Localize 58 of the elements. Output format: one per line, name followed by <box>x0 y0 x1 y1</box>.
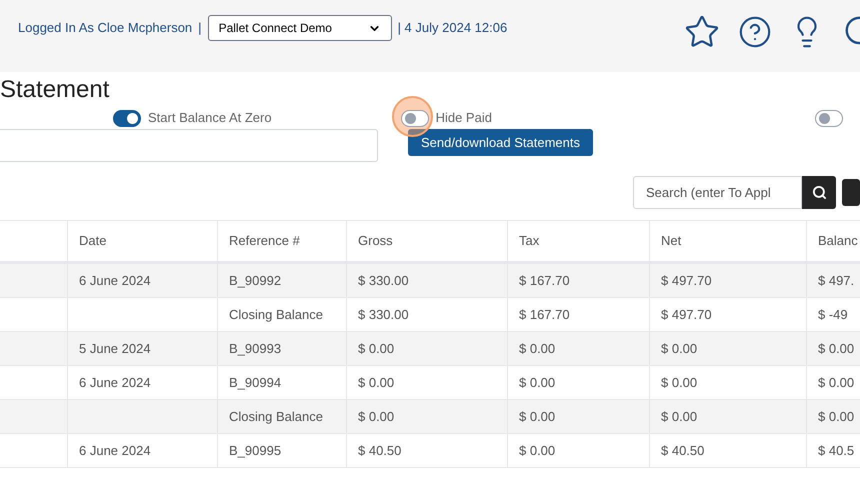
table-cell-text: B_90995 <box>229 442 282 460</box>
table-cell-text: $ 0.00 <box>358 340 394 358</box>
logged-in-text: Logged In As Cloe Mcpherson <box>18 19 192 38</box>
send-download-button[interactable]: Send/download Statements <box>408 129 593 156</box>
table-cell-text: $ 167.70 <box>519 306 570 324</box>
date-time-text: | 4 July 2024 12:06 <box>398 19 508 38</box>
table-cell-text: $ 0.00 <box>661 340 698 358</box>
table-cell-text: B_90994 <box>229 374 282 392</box>
column-header[interactable]: Date <box>68 221 218 261</box>
table-cell-text: $ 497. <box>818 272 854 290</box>
table-cell-text: $ 0.00 <box>519 340 556 358</box>
table-cell-text: $ 40.50 <box>661 442 704 460</box>
input-field[interactable] <box>0 129 378 162</box>
table-cell-text: 6 June 2024 <box>79 374 151 392</box>
toggle-switch[interactable] <box>113 110 141 126</box>
column-header[interactable]: Net <box>650 221 807 261</box>
table-cell-text: $ 497.70 <box>661 306 712 324</box>
table-cell-text: $ 0.00 <box>818 408 854 426</box>
table-cell-text: 6 June 2024 <box>79 442 151 460</box>
table-cell-text: $ 40.50 <box>358 442 402 460</box>
table-cell-text: $ 0.00 <box>519 408 556 426</box>
toggle-switch[interactable] <box>814 110 843 126</box>
company-select[interactable]: Pallet Connect Demo <box>208 15 392 41</box>
table-cell-text: 5 June 2024 <box>79 340 151 358</box>
table-cell-text: $ 40.5 <box>818 442 854 460</box>
toggle-label: Start Balance At Zero <box>148 109 272 128</box>
table-cell-text: $ 330.00 <box>358 306 409 324</box>
table-cell-text: 6 June 2024 <box>79 272 151 290</box>
table-cell-text: $ 0.00 <box>818 340 854 358</box>
help-icon[interactable] <box>738 15 772 49</box>
table-cell-text: $ 0.00 <box>661 408 698 426</box>
table-cell-text: B_90993 <box>229 340 282 358</box>
column-header[interactable]: Tax <box>508 221 650 261</box>
table-cell-text: $ 0.00 <box>661 374 698 392</box>
toggle-switch[interactable] <box>400 110 429 126</box>
column-header[interactable]: Gross <box>347 221 508 261</box>
table-cell-text: $ 0.00 <box>358 408 394 426</box>
table-cell-text: $ 0.00 <box>818 374 854 392</box>
separator-text: | <box>198 19 202 38</box>
search-icon <box>812 185 827 200</box>
table-cell-text: $ 497.70 <box>661 272 712 290</box>
table-cell-text: $ 330.00 <box>358 272 409 290</box>
table-cell-text: Closing Balance <box>229 408 323 426</box>
table-cell-text: $ 0.00 <box>519 374 556 392</box>
column-header[interactable]: Reference # <box>218 221 347 261</box>
page-title: Statement <box>0 75 110 105</box>
table-cell-text: $ -49 <box>818 306 848 324</box>
table-cell-text: B_90992 <box>229 272 282 290</box>
toggle-label: Hide Paid <box>436 109 492 128</box>
column-header[interactable]: Balanc <box>807 221 860 261</box>
search-field[interactable]: Search (enter To Appl <box>633 176 802 209</box>
table-cell-text: $ 0.00 <box>358 374 394 392</box>
table-cell-text: Closing Balance <box>229 306 323 324</box>
toolbar-button[interactable] <box>842 179 860 206</box>
table-cell-text: $ 0.00 <box>519 442 556 460</box>
search-button[interactable] <box>802 176 836 209</box>
star-icon[interactable] <box>684 14 720 50</box>
table-cell-text: $ 167.70 <box>519 272 570 290</box>
